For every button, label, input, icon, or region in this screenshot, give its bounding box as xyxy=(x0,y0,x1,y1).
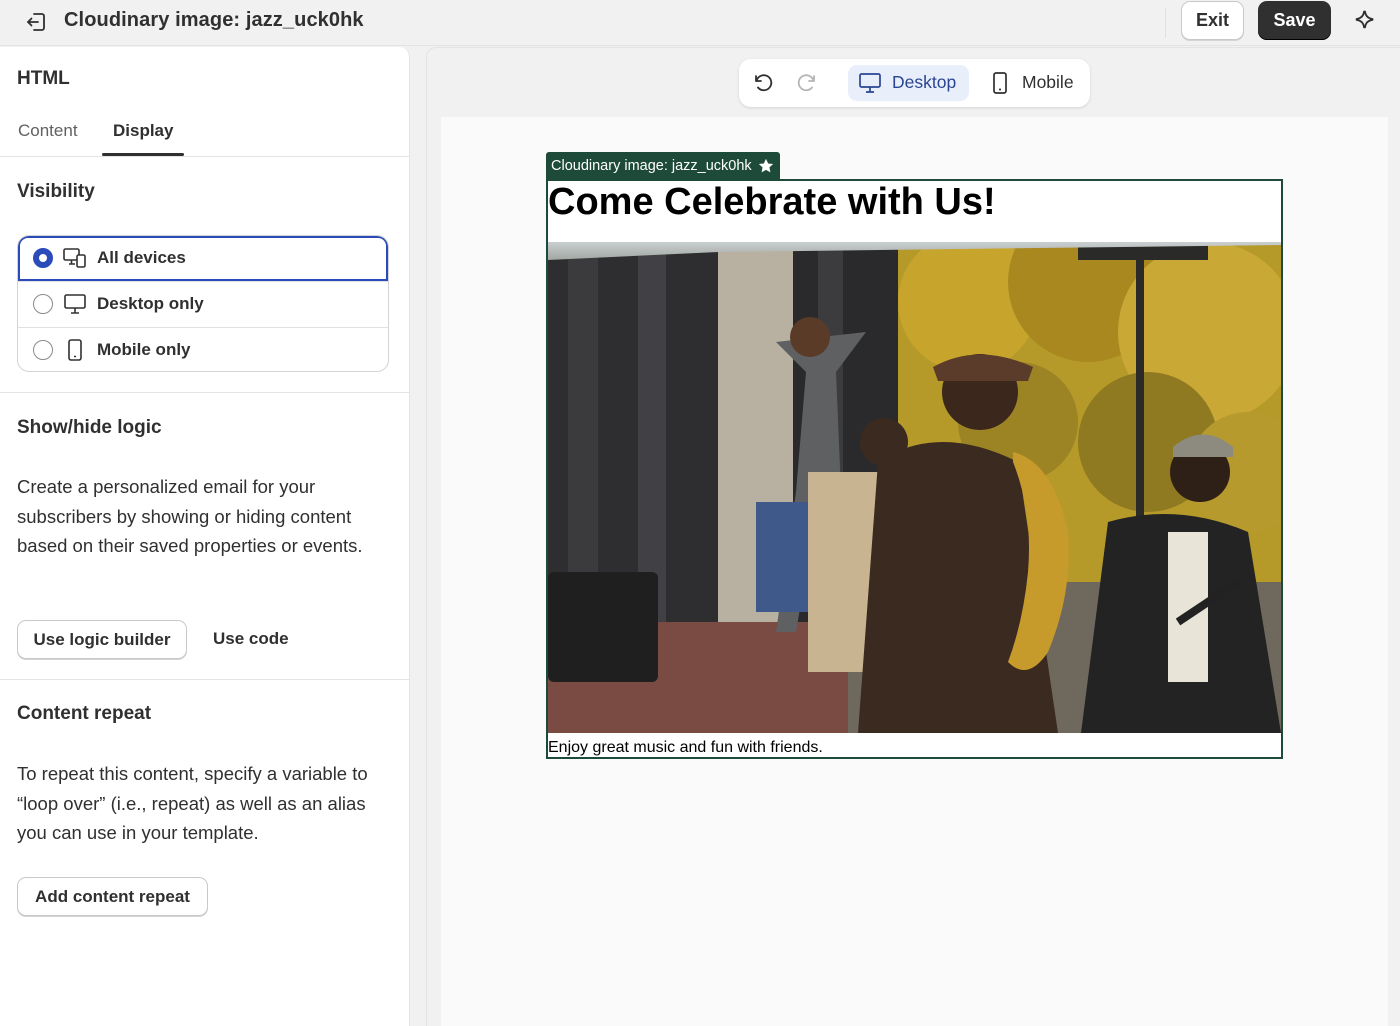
radio-button-selected[interactable] xyxy=(33,248,53,268)
radio-button[interactable] xyxy=(33,294,53,314)
preview-toolbar: Desktop Mobile xyxy=(739,59,1090,107)
visibility-title: Visibility xyxy=(17,181,95,202)
desktop-view-toggle[interactable]: Desktop xyxy=(848,65,969,101)
star-icon[interactable] xyxy=(757,157,775,175)
radio-button[interactable] xyxy=(33,340,53,360)
tab-display[interactable]: Display xyxy=(113,121,173,141)
redo-button[interactable] xyxy=(795,71,819,95)
block-tag-label: Cloudinary image: jazz_uck0hk xyxy=(551,158,752,174)
mobile-view-label: Mobile xyxy=(1022,72,1074,92)
divider xyxy=(0,679,409,680)
devices-icon xyxy=(63,247,87,269)
show-hide-title: Show/hide logic xyxy=(17,417,162,438)
radio-mobile-only[interactable]: Mobile only xyxy=(18,328,388,371)
jazz-photo[interactable] xyxy=(548,242,1281,733)
show-hide-description: Create a personalized email for your sub… xyxy=(17,476,363,556)
radio-label: All devices xyxy=(97,248,186,267)
visibility-radio-group: All devices Desktop only Mobile only xyxy=(17,235,389,372)
desktop-icon xyxy=(858,71,882,95)
exit-editor-button[interactable] xyxy=(22,8,50,36)
top-bar: Cloudinary image: jazz_uck0hk Exit Save xyxy=(0,0,1400,46)
back-arrow-icon xyxy=(24,10,48,34)
radio-all-devices[interactable]: All devices xyxy=(18,236,388,281)
add-content-repeat-button[interactable]: Add content repeat xyxy=(17,877,208,916)
mobile-icon xyxy=(988,71,1012,95)
tab-content[interactable]: Content xyxy=(18,121,78,141)
email-caption: Enjoy great music and fun with friends. xyxy=(548,739,823,756)
settings-panel: HTML Content Display Visibility All devi… xyxy=(0,47,410,1026)
radio-desktop-only[interactable]: Desktop only xyxy=(18,282,388,327)
page-title: Cloudinary image: jazz_uck0hk xyxy=(64,9,364,31)
block-label-tag[interactable]: Cloudinary image: jazz_uck0hk xyxy=(546,152,780,180)
panel-heading: HTML xyxy=(17,68,70,89)
selected-image-block[interactable]: Come Celebrate with Us! Enjoy great musi… xyxy=(546,179,1283,759)
undo-icon xyxy=(751,71,775,95)
mobile-view-toggle[interactable]: Mobile xyxy=(983,65,1083,101)
radio-label: Mobile only xyxy=(97,340,191,359)
content-repeat-description: To repeat this content, specify a variab… xyxy=(17,763,368,843)
exit-button[interactable]: Exit xyxy=(1181,1,1244,40)
toolbar-divider xyxy=(1165,8,1166,38)
use-code-button[interactable]: Use code xyxy=(213,629,289,649)
desktop-icon xyxy=(63,293,87,315)
email-heading: Come Celebrate with Us! xyxy=(548,181,996,223)
divider xyxy=(0,392,409,393)
redo-icon xyxy=(795,71,819,95)
radio-label: Desktop only xyxy=(97,294,204,313)
content-repeat-title: Content repeat xyxy=(17,703,152,724)
save-button[interactable]: Save xyxy=(1258,1,1331,40)
desktop-view-label: Desktop xyxy=(892,72,957,92)
mobile-icon xyxy=(63,339,87,361)
undo-button[interactable] xyxy=(751,71,775,95)
ai-assist-button[interactable] xyxy=(1350,6,1380,36)
use-logic-builder-button[interactable]: Use logic builder xyxy=(17,620,187,659)
divider xyxy=(0,156,409,157)
sparkle-icon xyxy=(1353,9,1377,33)
